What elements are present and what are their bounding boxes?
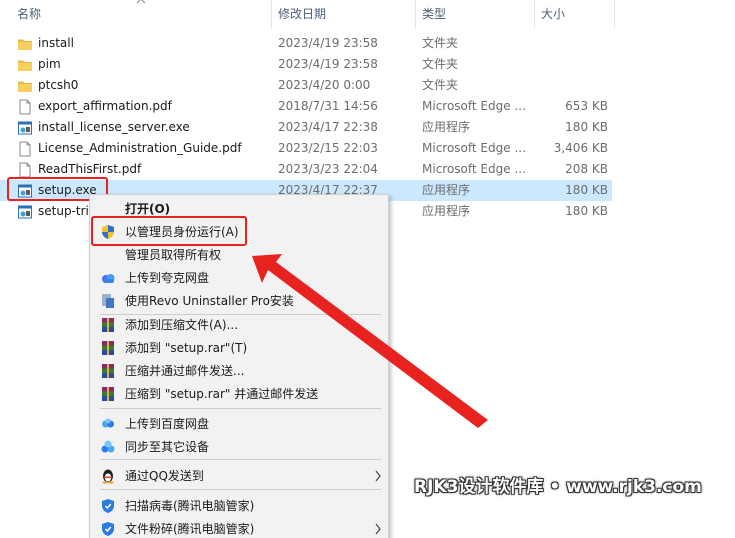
menu-separator xyxy=(100,489,381,490)
context-menu-label: 通过QQ发送到 xyxy=(125,469,204,483)
column-divider[interactable] xyxy=(271,0,272,28)
document-icon xyxy=(17,162,33,178)
winrar-icon xyxy=(100,317,116,333)
file-date: 2018/7/31 14:56 xyxy=(278,99,378,113)
column-type[interactable]: 类型 xyxy=(422,0,446,28)
submenu-chevron-icon xyxy=(374,470,382,482)
column-divider[interactable] xyxy=(415,0,416,28)
file-size: 208 KB xyxy=(565,162,608,176)
tencent-shield-icon xyxy=(100,521,116,537)
column-header: 名称 修改日期 类型 大小 xyxy=(0,0,735,28)
file-name: export_affirmation.pdf xyxy=(38,99,172,113)
context-menu-label: 使用Revo Uninstaller Pro安装 xyxy=(125,294,294,308)
sort-ascending-icon xyxy=(136,0,146,4)
watermark-text: RJK3设计软件库 • www.rjk3.com xyxy=(414,477,702,497)
file-size: 180 KB xyxy=(565,204,608,218)
file-date: 2023/4/19 23:58 xyxy=(278,57,378,71)
submenu-chevron-icon xyxy=(374,523,382,535)
context-menu-item[interactable]: 文件粉碎(腾讯电脑管家) xyxy=(90,518,390,538)
exe-icon xyxy=(17,204,33,220)
context-menu-label: 添加到压缩文件(A)... xyxy=(125,318,239,332)
file-date: 2023/4/19 23:58 xyxy=(278,36,378,50)
file-size: 653 KB xyxy=(565,99,608,113)
quark-cloud-icon xyxy=(100,270,116,286)
context-menu-label: 压缩到 "setup.rar" 并通过邮件发送 xyxy=(125,387,319,401)
column-date[interactable]: 修改日期 xyxy=(278,0,326,28)
context-menu-item[interactable]: 使用Revo Uninstaller Pro安装 xyxy=(90,290,390,312)
folder-icon xyxy=(17,78,33,94)
winrar-icon xyxy=(100,340,116,356)
file-type: 文件夹 xyxy=(422,36,459,50)
document-icon xyxy=(17,99,33,115)
menu-separator xyxy=(100,459,381,460)
file-type: 应用程序 xyxy=(422,183,471,197)
winrar-icon xyxy=(100,363,116,379)
file-name: install_license_server.exe xyxy=(38,120,190,134)
exe-icon xyxy=(17,120,33,136)
file-size xyxy=(530,75,608,96)
file-date: 2023/3/23 22:04 xyxy=(278,162,378,176)
baidu-netdisk-icon xyxy=(100,416,116,432)
file-row[interactable]: pim 2023/4/19 23:58 文件夹 xyxy=(0,54,612,75)
context-menu-label: 压缩并通过邮件发送... xyxy=(125,364,245,378)
tencent-shield-icon xyxy=(100,498,116,514)
context-menu-item[interactable]: 同步至其它设备 xyxy=(90,436,390,458)
menu-separator xyxy=(100,408,381,409)
context-menu-label: 管理员取得所有权 xyxy=(125,248,222,262)
context-menu-item[interactable]: 管理员取得所有权 xyxy=(90,244,390,266)
context-menu-label: 同步至其它设备 xyxy=(125,440,210,454)
file-date: 2023/2/15 22:03 xyxy=(278,141,378,155)
context-menu-label: 添加到 "setup.rar"(T) xyxy=(125,341,248,355)
context-menu-item[interactable]: 压缩到 "setup.rar" 并通过邮件发送 xyxy=(90,383,390,405)
file-type: 应用程序 xyxy=(422,120,471,134)
file-name: ptcsh0 xyxy=(38,78,79,92)
file-type: 文件夹 xyxy=(422,57,459,71)
context-menu-item[interactable]: 扫描病毒(腾讯电脑管家) xyxy=(90,495,390,517)
baidu-sync-icon xyxy=(100,439,116,455)
file-row[interactable]: License_Administration_Guide.pdf 2023/2/1… xyxy=(0,138,612,159)
file-row[interactable]: install 2023/4/19 23:58 文件夹 xyxy=(0,33,612,54)
folder-icon xyxy=(17,57,33,73)
context-menu-label: 上传到百度网盘 xyxy=(125,417,210,431)
context-menu-item[interactable]: 上传到百度网盘 xyxy=(90,413,390,435)
file-type: 应用程序 xyxy=(422,204,471,218)
column-name[interactable]: 名称 xyxy=(17,0,41,28)
file-size xyxy=(530,33,608,54)
file-size: 180 KB xyxy=(565,183,608,197)
folder-icon xyxy=(17,36,33,52)
column-divider[interactable] xyxy=(534,0,535,28)
file-date: 2023/4/20 0:00 xyxy=(278,78,371,92)
file-type: Microsoft Edge ... xyxy=(422,141,526,155)
document-icon xyxy=(17,141,33,157)
file-size xyxy=(530,54,608,75)
context-menu-label: 上传到夸克网盘 xyxy=(125,271,210,285)
file-type: 文件夹 xyxy=(422,78,459,92)
file-name: License_Administration_Guide.pdf xyxy=(38,141,242,155)
context-menu-item[interactable]: 上传到夸克网盘 xyxy=(90,267,390,289)
file-row[interactable]: install_license_server.exe 2023/4/17 22:3… xyxy=(0,117,612,138)
context-menu-item[interactable]: 通过QQ发送到 xyxy=(90,465,390,487)
context-menu-item[interactable]: 压缩并通过邮件发送... xyxy=(90,360,390,382)
file-size: 3,406 KB xyxy=(553,141,608,155)
context-menu-label: 文件粉碎(腾讯电脑管家) xyxy=(125,522,255,536)
column-size[interactable]: 大小 xyxy=(541,0,565,28)
file-name: pim xyxy=(38,57,61,71)
file-type: Microsoft Edge ... xyxy=(422,99,526,113)
context-menu-item[interactable]: 添加到 "setup.rar"(T) xyxy=(90,337,390,359)
winrar-icon xyxy=(100,386,116,402)
file-size: 180 KB xyxy=(565,120,608,134)
run-as-admin-highlight-box xyxy=(91,216,247,246)
qq-penguin-icon xyxy=(100,468,116,484)
file-row[interactable]: ptcsh0 2023/4/20 0:00 文件夹 xyxy=(0,75,612,96)
context-menu-label: 扫描病毒(腾讯电脑管家) xyxy=(125,499,255,513)
context-menu-item[interactable]: 添加到压缩文件(A)... xyxy=(90,314,390,336)
column-divider[interactable] xyxy=(614,0,615,28)
file-date: 2023/4/17 22:38 xyxy=(278,120,378,134)
file-type: Microsoft Edge ... xyxy=(422,162,526,176)
file-row[interactable]: export_affirmation.pdf 2018/7/31 14:56 Mic… xyxy=(0,96,612,117)
revo-uninstaller-icon xyxy=(100,293,116,309)
file-name: install xyxy=(38,36,74,50)
